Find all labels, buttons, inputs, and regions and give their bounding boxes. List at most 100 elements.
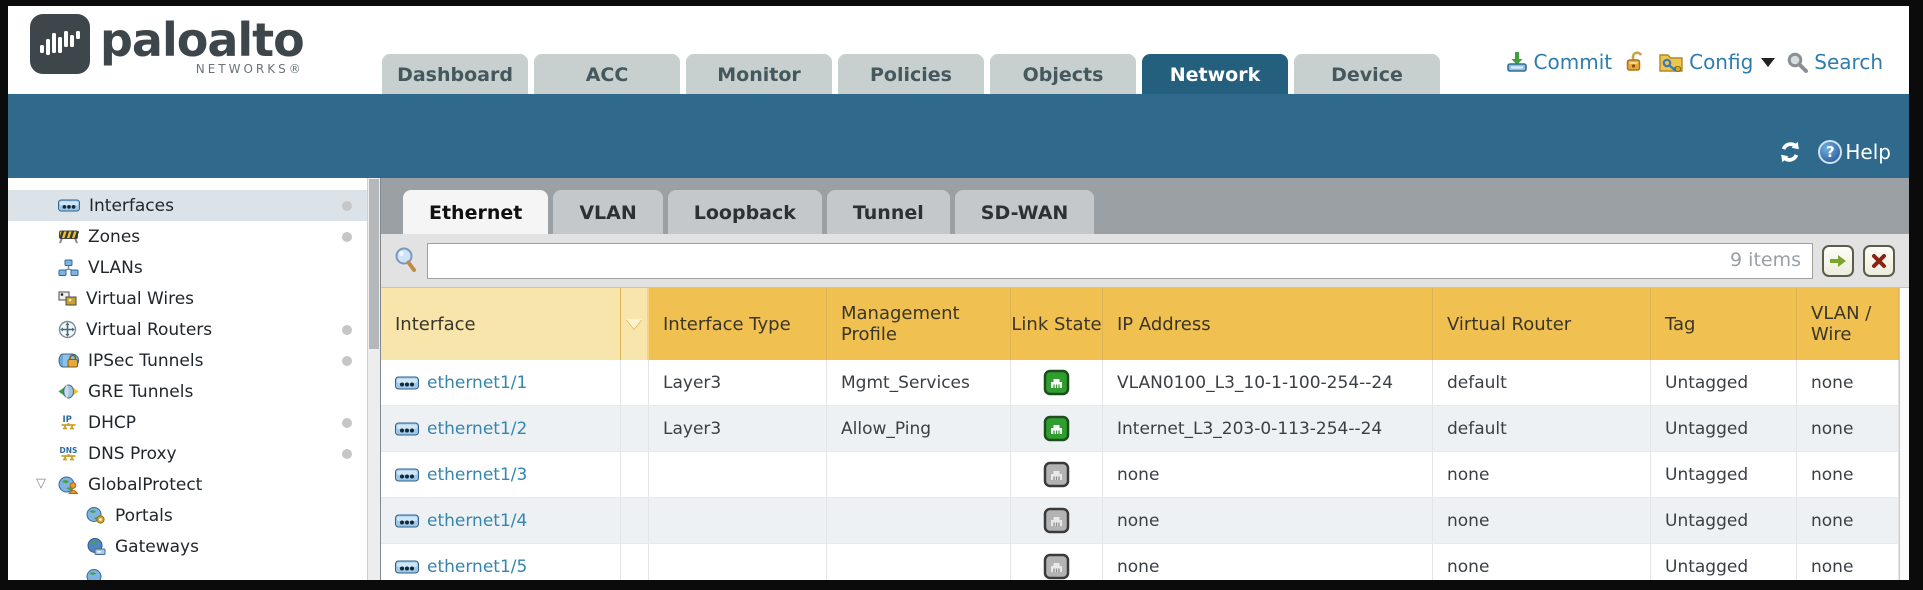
sidebar-item-gateways[interactable]: Gateways: [8, 531, 380, 562]
tab-acc[interactable]: ACC: [534, 54, 680, 94]
interface-link[interactable]: ethernet1/4: [427, 511, 527, 531]
table-row: ethernet1/2 Layer3 Allow_Ping Internet_L…: [381, 406, 1899, 452]
config-button[interactable]: Config: [1658, 50, 1775, 74]
brand-subtitle: NETWORKS®: [196, 62, 304, 76]
cell-virtual-router: none: [1433, 544, 1651, 580]
expander-icon[interactable]: ▽: [36, 476, 46, 491]
sidebar-item-vlans[interactable]: VLANs: [8, 252, 380, 283]
context-toolbar: Help: [8, 94, 1909, 178]
cell-interface-type: [649, 498, 827, 543]
table-scrollbar[interactable]: [1899, 288, 1909, 580]
interface-link[interactable]: ethernet1/5: [427, 557, 527, 577]
sidebar-item-interfaces[interactable]: Interfaces: [8, 190, 380, 221]
scrollbar-thumb[interactable]: [369, 179, 379, 349]
content-pane: Ethernet VLAN Loopback Tunnel SD-WAN 9 i…: [381, 178, 1909, 580]
sidebar-item-partial[interactable]: [8, 562, 380, 580]
sidebar-item-dhcp[interactable]: IP DHCP: [8, 407, 380, 438]
sidebar-item-label: VLANs: [88, 258, 143, 278]
cell-virtual-router: default: [1433, 360, 1651, 405]
help-button[interactable]: Help: [1818, 140, 1891, 164]
cell-vlan-wire: none: [1797, 452, 1899, 497]
col-header-tag[interactable]: Tag: [1651, 288, 1797, 360]
virtual-routers-icon: [58, 320, 77, 339]
tab-device[interactable]: Device: [1294, 54, 1440, 94]
sidebar-scrollbar[interactable]: [367, 178, 380, 580]
commit-icon: [1505, 50, 1529, 74]
cell-tag: Untagged: [1651, 452, 1797, 497]
portals-icon: [86, 507, 106, 524]
cell-ip-address: VLAN0100_L3_10-1-100-254--24: [1103, 360, 1433, 405]
sidebar-item-dns-proxy[interactable]: DNS DNS Proxy: [8, 438, 380, 469]
clear-filter-button[interactable]: [1863, 245, 1895, 277]
commit-label: Commit: [1534, 50, 1613, 74]
tab-policies[interactable]: Policies: [838, 54, 984, 94]
col-header-interface[interactable]: Interface: [381, 288, 621, 360]
col-header-interface-type[interactable]: Interface Type: [649, 288, 827, 360]
sidebar-item-gre-tunnels[interactable]: GRE Tunnels: [8, 376, 380, 407]
filter-input[interactable]: [427, 243, 1813, 279]
cell-virtual-router: none: [1433, 452, 1651, 497]
sidebar-item-virtual-routers[interactable]: Virtual Routers: [8, 314, 380, 345]
sidebar-item-label: Zones: [88, 227, 140, 247]
interface-link[interactable]: ethernet1/2: [427, 419, 527, 439]
status-dot: [342, 325, 352, 335]
cell-interface-type: Layer3: [649, 406, 827, 451]
network-sidebar: Interfaces Zones VLANs Virtual Wires: [8, 178, 381, 580]
subtab-ethernet[interactable]: Ethernet: [403, 190, 548, 234]
column-menu-button[interactable]: [621, 288, 649, 360]
globalprotect-icon: [58, 476, 79, 494]
tab-network[interactable]: Network: [1142, 54, 1288, 94]
sidebar-item-ipsec-tunnels[interactable]: IPSec Tunnels: [8, 345, 380, 376]
table-row: ethernet1/1 Layer3 Mgmt_Services VLAN010…: [381, 360, 1899, 406]
virtual-wires-icon: [58, 291, 77, 306]
cell-ip-address: none: [1103, 452, 1433, 497]
sidebar-item-label: IPSec Tunnels: [88, 351, 203, 371]
search-label: Search: [1814, 50, 1883, 74]
col-header-virtual-router[interactable]: Virtual Router: [1433, 288, 1651, 360]
utility-bar: Commit Config Search: [1505, 50, 1883, 74]
lock-icon[interactable]: [1623, 50, 1647, 74]
commit-button[interactable]: Commit: [1505, 50, 1613, 74]
tab-objects[interactable]: Objects: [990, 54, 1136, 94]
sidebar-item-label: GRE Tunnels: [88, 382, 193, 402]
globe-icon: [86, 569, 106, 580]
sidebar-item-zones[interactable]: Zones: [8, 221, 380, 252]
sidebar-item-portals[interactable]: Portals: [8, 500, 380, 531]
dhcp-icon: IP: [58, 414, 79, 432]
interface-link[interactable]: ethernet1/3: [427, 465, 527, 485]
table-header-row: Interface Interface Type Management Prof…: [381, 288, 1899, 360]
items-count: 9 items: [1730, 249, 1801, 271]
sidebar-item-globalprotect[interactable]: ▽ GlobalProtect: [8, 469, 380, 500]
tab-dashboard[interactable]: Dashboard: [382, 54, 528, 94]
col-header-link-state[interactable]: Link State: [1011, 288, 1103, 360]
interface-link[interactable]: ethernet1/1: [427, 373, 527, 393]
sidebar-item-virtual-wires[interactable]: Virtual Wires: [8, 283, 380, 314]
apply-filter-button[interactable]: [1822, 245, 1854, 277]
filter-magnifier-icon: [393, 247, 418, 274]
interface-subtabs: Ethernet VLAN Loopback Tunnel SD-WAN: [381, 178, 1909, 234]
link-state-icon: [1043, 461, 1070, 488]
search-icon: [1786, 51, 1809, 74]
cell-vlan-wire: none: [1797, 544, 1899, 580]
table-row: ethernet1/3 none none Untagged none: [381, 452, 1899, 498]
subtab-sdwan[interactable]: SD-WAN: [955, 190, 1095, 234]
cell-interface-type: [649, 544, 827, 580]
link-state-icon: [1043, 553, 1070, 580]
search-button[interactable]: Search: [1786, 50, 1883, 74]
config-label: Config: [1689, 50, 1753, 74]
subtab-vlan[interactable]: VLAN: [553, 190, 662, 234]
col-header-management-profile[interactable]: Management Profile: [827, 288, 1011, 360]
subtab-tunnel[interactable]: Tunnel: [827, 190, 950, 234]
col-header-ip-address[interactable]: IP Address: [1103, 288, 1433, 360]
app-window: paloalto NETWORKS® Dashboard ACC Monitor…: [8, 6, 1909, 580]
link-state-icon: [1043, 507, 1070, 534]
col-header-vlan-wire[interactable]: VLAN / Wire: [1797, 288, 1899, 360]
cell-tag: Untagged: [1651, 498, 1797, 543]
subtab-loopback[interactable]: Loopback: [668, 190, 822, 234]
refresh-icon[interactable]: [1776, 138, 1804, 166]
interface-icon: [395, 422, 419, 436]
cell-management-profile: Mgmt_Services: [827, 360, 1011, 405]
tab-monitor[interactable]: Monitor: [686, 54, 832, 94]
ipsec-tunnels-icon: [58, 353, 79, 368]
sidebar-item-label: Virtual Wires: [86, 289, 194, 309]
